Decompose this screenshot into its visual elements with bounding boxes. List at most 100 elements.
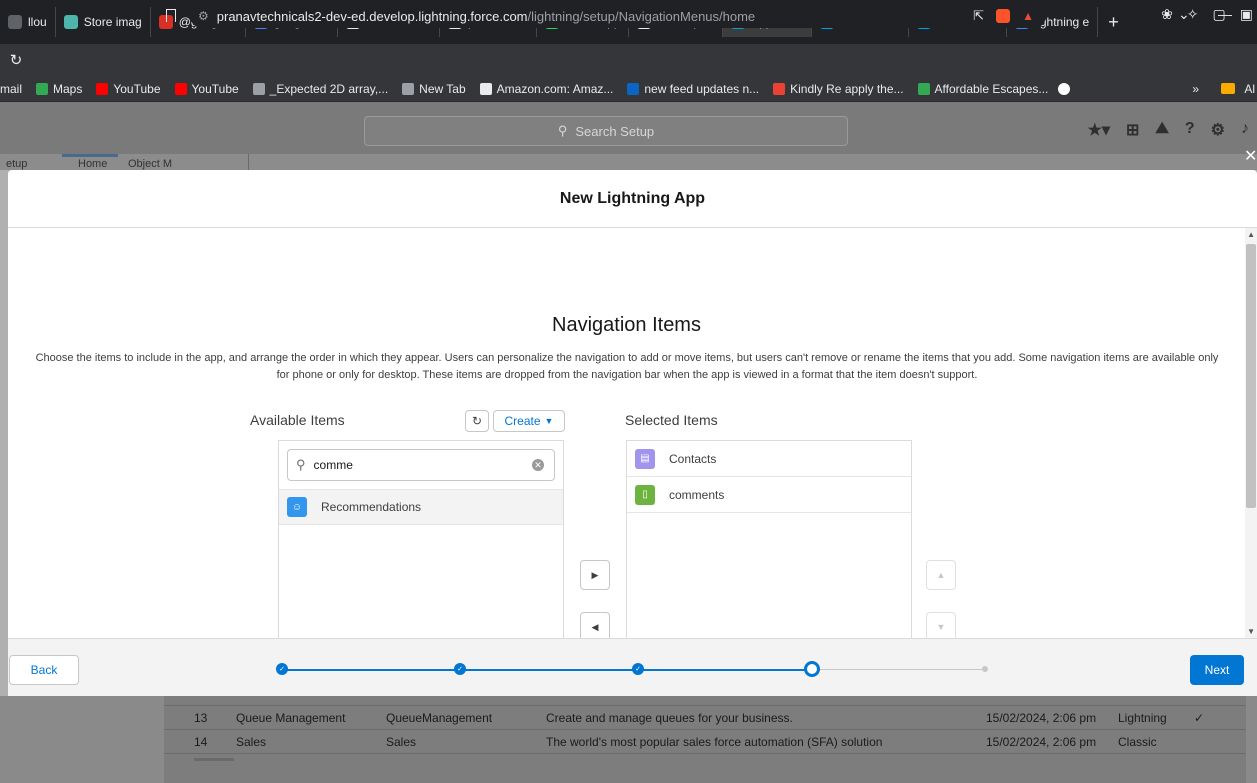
move-right-button[interactable]: ▶ — [580, 560, 610, 590]
bookmark-favicon-icon — [627, 82, 640, 95]
scroll-down-icon[interactable]: ▼ — [1247, 627, 1255, 636]
bookmark-label: Maps — [53, 81, 83, 96]
bookmark-item[interactable]: Affordable Escapes... — [917, 81, 1049, 96]
move-up-button[interactable]: ▲ — [926, 560, 956, 590]
site-info-icon[interactable]: ⚙ — [198, 9, 209, 23]
modal-body: Navigation Items Choose the items to inc… — [8, 228, 1257, 638]
next-button[interactable]: Next — [1190, 655, 1244, 685]
sf-global-header: ⚲ Search Setup ★▾ ⊞ ⛰ ? ⚙ ♪ — [0, 102, 1257, 154]
progress-segment — [460, 669, 638, 671]
chevron-right-icon: ▶ — [591, 569, 599, 580]
favicon-icon — [63, 15, 78, 29]
modal-close-icon[interactable]: ✕ — [1244, 146, 1257, 166]
available-items-search[interactable]: ⚲ comme ✕ — [287, 449, 555, 481]
url-path: /lightning/setup/NavigationMenus/home — [527, 8, 756, 24]
bell-icon[interactable]: ♪ — [1241, 120, 1249, 140]
custom-object-icon: ▯ — [635, 484, 655, 505]
app-name[interactable]: Queue Management — [236, 711, 345, 725]
add-icon[interactable]: ⊞ — [1126, 120, 1139, 140]
bookmark-item[interactable]: mail — [0, 82, 22, 96]
trailhead-icon[interactable]: ⛰ — [1155, 120, 1168, 140]
bookmark-label: New Tab — [419, 81, 466, 96]
app-type: Classic — [1118, 734, 1157, 749]
help-icon[interactable]: ? — [1185, 120, 1195, 140]
row-number: 13 — [194, 710, 208, 725]
browser-tab[interactable]: Store imag — [56, 7, 151, 37]
scrollbar-thumb[interactable] — [1246, 244, 1256, 508]
bookmark-favicon-icon — [402, 82, 415, 95]
progress-step-complete[interactable]: ✓ — [632, 663, 644, 675]
puzzle-icon[interactable]: ✧ — [1187, 6, 1199, 23]
extension-icon[interactable]: ❀ — [1161, 6, 1173, 23]
new-lightning-app-modal: New Lightning App Navigation Items Choos… — [8, 170, 1257, 696]
list-item[interactable]: ▤ Contacts — [627, 441, 911, 477]
all-bookmarks-label[interactable]: Al — [1244, 82, 1255, 96]
wallet-icon[interactable]: ▣ — [1240, 6, 1253, 23]
modal-footer: Back ✓ ✓ ✓ Next — [8, 638, 1257, 696]
chevron-down-icon: ▼ — [936, 622, 946, 632]
check-icon: ✓ — [1194, 710, 1205, 725]
progress-step-complete[interactable]: ✓ — [454, 663, 466, 675]
modal-scrollbar[interactable]: ▲ ▼ — [1245, 228, 1257, 638]
setup-search-input[interactable]: ⚲ Search Setup — [364, 116, 848, 146]
browser-tab-label: llou — [28, 15, 47, 29]
bookmark-label: Amazon.com: Amaz... — [496, 81, 614, 96]
new-tab-button[interactable]: + — [1098, 12, 1129, 33]
sidebar-icon[interactable]: ▢ — [1213, 6, 1226, 23]
modal-title: New Lightning App — [559, 189, 706, 207]
list-item-label: Recommendations — [321, 500, 422, 514]
bookmark-label: new feed updates n... — [644, 81, 760, 96]
tab-object-manager[interactable]: Object M — [128, 158, 172, 170]
tab-home[interactable]: Home — [78, 158, 107, 170]
app-name[interactable]: Sales — [236, 735, 266, 749]
reload-icon[interactable]: ↻ — [4, 51, 28, 69]
table-row — [164, 696, 1246, 706]
background-sidebar — [0, 696, 164, 783]
list-item[interactable]: ☺ Recommendations — [279, 489, 563, 525]
extension-icons: ❀ ✧ ▢ ▣ — [1161, 6, 1253, 23]
progress-step-complete[interactable]: ✓ — [276, 663, 288, 675]
bookmark-item[interactable]: YouTube — [96, 82, 161, 96]
refresh-button[interactable]: ↻ — [465, 410, 489, 432]
list-item-label: comments — [669, 487, 725, 502]
bookmark-label: Affordable Escapes... — [934, 81, 1049, 96]
background-edge — [1246, 696, 1257, 783]
gear-icon[interactable]: ⚙ — [1211, 120, 1225, 140]
table-row — [164, 754, 1246, 783]
brave-shield-icon[interactable] — [996, 9, 1010, 23]
bookmark-item[interactable]: New Tab — [402, 81, 466, 96]
recommendation-icon: ☺ — [287, 497, 307, 517]
move-down-button[interactable]: ▼ — [926, 612, 956, 638]
list-item[interactable]: ▯ comments — [627, 477, 911, 513]
bookmark-item[interactable]: new feed updates n... — [627, 82, 759, 96]
bookmark-item[interactable]: Kindly Re apply the... — [773, 82, 904, 96]
progress-segment — [638, 669, 812, 671]
brave-rewards-icon[interactable]: ▲ — [1022, 9, 1034, 23]
create-button[interactable]: Create ▼ — [493, 410, 565, 432]
selected-items-list: ▤ Contacts ▯ comments — [626, 440, 912, 638]
move-left-button[interactable]: ◀ — [580, 612, 610, 638]
share-icon[interactable]: ⇱ — [973, 8, 984, 24]
progress-step-todo — [982, 666, 988, 672]
global-actions: ★▾ ⊞ ⛰ ? ⚙ ♪ — [1088, 120, 1249, 140]
scroll-up-icon[interactable]: ▲ — [1247, 230, 1255, 239]
app-type: Lightning — [1118, 710, 1167, 725]
favorites-icon[interactable]: ★▾ — [1088, 120, 1110, 140]
bookmark-label: mail — [0, 81, 23, 96]
bookmark-item[interactable]: YouTube — [174, 82, 239, 96]
modal-header: New Lightning App — [8, 170, 1257, 228]
bookmark-icon[interactable] — [166, 9, 176, 22]
back-button[interactable]: Back — [9, 655, 79, 685]
check-icon: ✓ — [279, 666, 285, 673]
last-modified: 15/02/2024, 2:06 pm — [986, 734, 1097, 749]
browser-tab[interactable]: llou — [0, 7, 56, 37]
clear-search-icon[interactable]: ✕ — [532, 459, 544, 471]
bookmark-item[interactable]: Amazon.com: Amaz... — [479, 81, 614, 96]
bookmark-item[interactable]: _Expected 2D array,... — [252, 82, 388, 96]
bookmark-item[interactable]: Maps — [36, 82, 82, 96]
progress-step-current[interactable] — [804, 661, 820, 677]
bookmarks-overflow[interactable]: » — [1192, 82, 1199, 96]
chevron-down-icon: ▼ — [544, 416, 554, 426]
url-field[interactable]: ⚙ pranavtechnicals2-dev-ed.develop.light… — [190, 4, 1046, 28]
google-icon[interactable] — [1058, 82, 1071, 95]
